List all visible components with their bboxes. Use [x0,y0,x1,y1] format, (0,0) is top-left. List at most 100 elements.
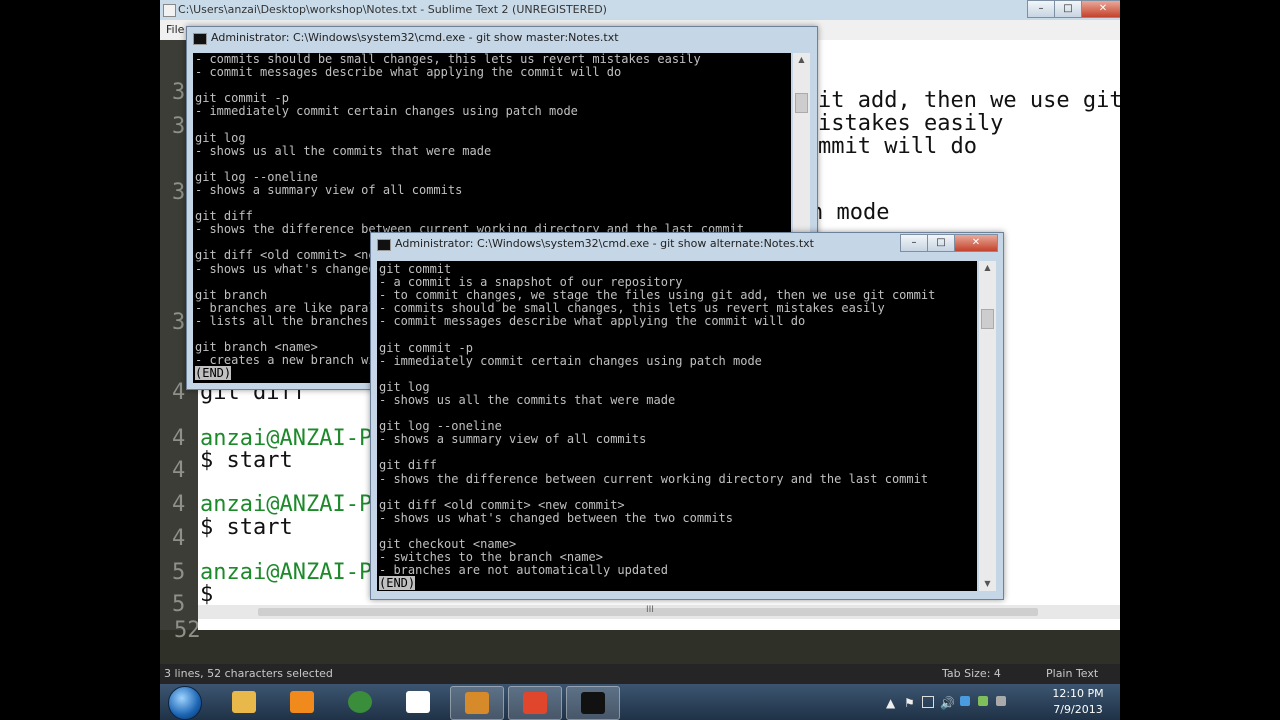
line-number: 4 [172,492,186,517]
maximize-button[interactable]: □ [1054,0,1082,18]
line-number: 4 [172,458,186,483]
scrollbar-thumb[interactable] [795,93,808,113]
taskbar-sublime-button[interactable] [450,686,504,720]
console-line: - immediately commit certain changes usi… [195,104,578,119]
sublime-app-icon [163,4,176,17]
taskbar: ▲ ⚑ 🔊 12:10 PM 7/9/2013 [160,684,1120,720]
minimize-button[interactable]: – [900,234,928,252]
minimize-button[interactable]: – [1027,0,1055,18]
editor-line: h mode [810,200,890,225]
selection-status: 3 lines, 52 characters selected [164,667,333,680]
console-line: git log [379,379,430,394]
horizontal-scrollbar[interactable]: III [198,605,1120,619]
tray-expand-icon[interactable]: ▲ [886,696,895,710]
console-line: - shows a summary view of all commits [195,182,463,197]
editor-line: mmit will do [818,134,977,159]
start-button[interactable] [168,686,202,720]
volume-icon[interactable]: 🔊 [940,696,955,710]
clock-time: 12:10 PM [1052,687,1104,700]
cmd-icon [193,33,207,45]
cmd-icon [377,239,391,251]
console-line: git diff <old commit> <new commit> [379,497,625,512]
cmd-title: Administrator: C:\Windows\system32\cmd.e… [211,31,619,44]
scrollbar-thumb[interactable] [981,309,994,329]
close-button[interactable]: ✕ [1081,0,1120,18]
cmd-window-controls: – □ ✕ [900,234,998,252]
cmd-title-bar[interactable]: Administrator: C:\Windows\system32\cmd.e… [187,27,817,49]
taskbar-explorer-button[interactable] [218,686,270,718]
line-number: 4 [172,380,186,405]
syntax-status[interactable]: Plain Text [1046,664,1098,684]
clock-date: 7/9/2013 [1053,703,1103,716]
explorer-icon [232,691,256,713]
taskbar-file-button[interactable] [392,686,444,718]
console-line: - switches to the branch <name> [379,550,603,565]
console-line: git branch [195,287,268,302]
network-icon[interactable] [922,696,934,708]
chrome-icon [348,691,372,713]
git-icon [523,692,547,714]
scroll-up-icon[interactable]: ▲ [979,261,996,275]
menu-file[interactable]: File [166,20,184,40]
cmd-icon [581,692,605,714]
line-number: 3 [172,80,186,105]
sublime-icon [465,692,489,714]
editor-line: anzai@ANZAI-P [200,560,373,585]
console-line: - lists all the branches [195,313,369,328]
scroll-grip: III [646,605,654,615]
console-line: - branches are not automatically updated [379,563,668,578]
line-number: 4 [172,526,186,551]
letterbox-right [1120,0,1280,720]
scroll-down-icon[interactable]: ▼ [979,577,996,591]
console-line: - shows us all the commits that were mad… [379,392,676,407]
sublime-window-controls: – □ ✕ [1027,0,1120,18]
cmd-window-alternate: Administrator: C:\Windows\system32\cmd.e… [370,232,1004,600]
console-output: git commit - a commit is a snapshot of o… [379,262,936,591]
close-button[interactable]: ✕ [954,234,998,252]
letterbox-left [0,0,160,720]
console-line: git commit -p [379,340,473,355]
tab-size-status[interactable]: Tab Size: 4 [942,664,1001,684]
taskbar-git-button[interactable] [508,686,562,720]
console-line: - a commit is a snapshot of our reposito… [379,275,683,290]
line-number: 5 [172,560,186,585]
console-line: - shows us what's changed between the tw… [379,510,734,525]
console-line: git diff [195,209,253,224]
line-number: 3 [172,310,186,335]
console-line: - immediately commit certain changes usi… [379,353,762,368]
google-drive-icon[interactable] [978,696,988,706]
taskbar-media-player-button[interactable] [276,686,328,718]
action-center-flag-icon[interactable]: ⚑ [904,696,915,710]
console-line: - commit messages describe what applying… [195,65,622,80]
line-number: 5 [172,592,186,617]
taskbar-chrome-button[interactable] [334,686,386,718]
console-line: git branch <name> [195,340,318,355]
pager-end-marker: (END) [195,366,232,381]
cmd-title-bar[interactable]: Administrator: C:\Windows\system32\cmd.e… [371,233,1003,255]
console-line: - shows the difference between current w… [379,471,929,486]
cmd-vertical-scrollbar[interactable]: ▲ ▼ [979,261,996,591]
scroll-up-icon[interactable]: ▲ [793,53,810,67]
console-line: git log [195,130,246,145]
sublime-title: C:\Users\anzai\Desktop\workshop\Notes.tx… [178,3,607,16]
pager-end-marker: (END) [379,576,416,591]
sublime-title-bar[interactable]: C:\Users\anzai\Desktop\workshop\Notes.tx… [160,0,1120,20]
system-tray: ▲ ⚑ 🔊 12:10 PM 7/9/2013 [880,684,1120,720]
dropbox-icon[interactable] [960,696,970,706]
cmd-title: Administrator: C:\Windows\system32\cmd.e… [395,237,814,250]
cmd-console[interactable]: git commit - a commit is a snapshot of o… [377,261,977,591]
line-number: 3 [172,114,186,139]
console-line: - commits should be small changes, this … [379,301,885,316]
tray-app-icon[interactable] [996,696,1006,706]
console-line: - commit messages describe what applying… [379,314,806,329]
line-number: 52 [174,618,201,643]
editor-line: it add, then we use git [818,88,1120,113]
media-player-icon [290,691,314,713]
editor-line: istakes easily [818,111,1004,136]
clock[interactable]: 12:10 PM 7/9/2013 [1048,686,1108,718]
console-line: - to commit changes, we stage the files … [379,288,936,303]
console-line: - shows us all the commits that were mad… [195,143,492,158]
editor-line: $ start [200,448,293,473]
maximize-button[interactable]: □ [927,234,955,252]
taskbar-cmd-button[interactable] [566,686,620,720]
